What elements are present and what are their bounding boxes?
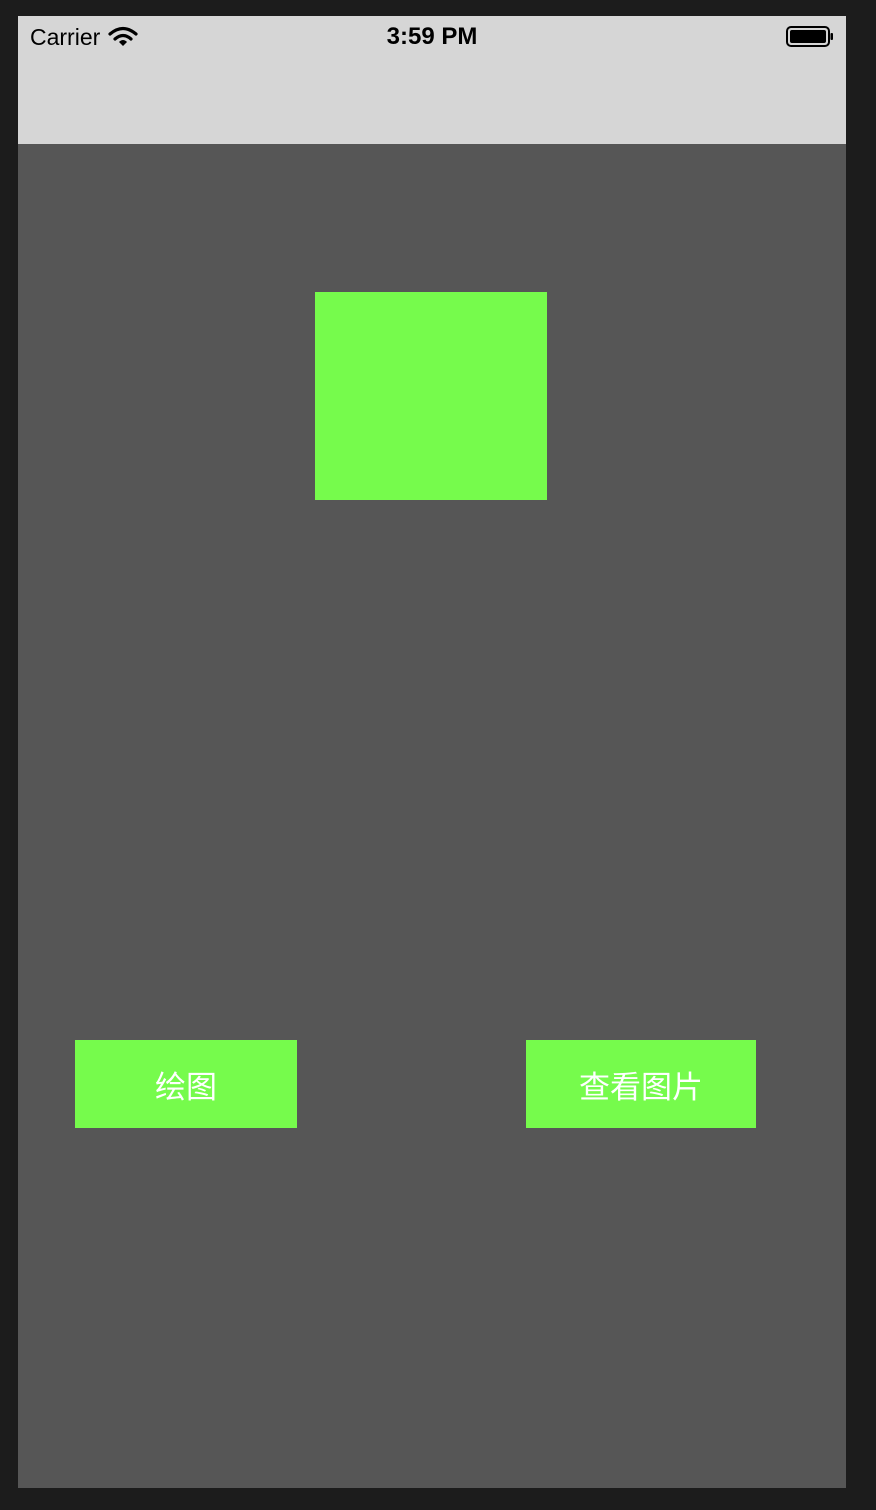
draw-button[interactable]: 绘图 (75, 1040, 297, 1128)
view-image-button[interactable]: 查看图片 (526, 1040, 756, 1128)
battery-icon (786, 26, 833, 47)
content-area: 绘图 查看图片 (18, 144, 846, 1488)
drawn-green-square (315, 292, 547, 500)
status-bar: Carrier 3:59 PM (18, 16, 846, 144)
status-time: 3:59 PM (386, 23, 478, 50)
app-screen: Carrier 3:59 PM 绘图 查看图片 (18, 16, 846, 1488)
